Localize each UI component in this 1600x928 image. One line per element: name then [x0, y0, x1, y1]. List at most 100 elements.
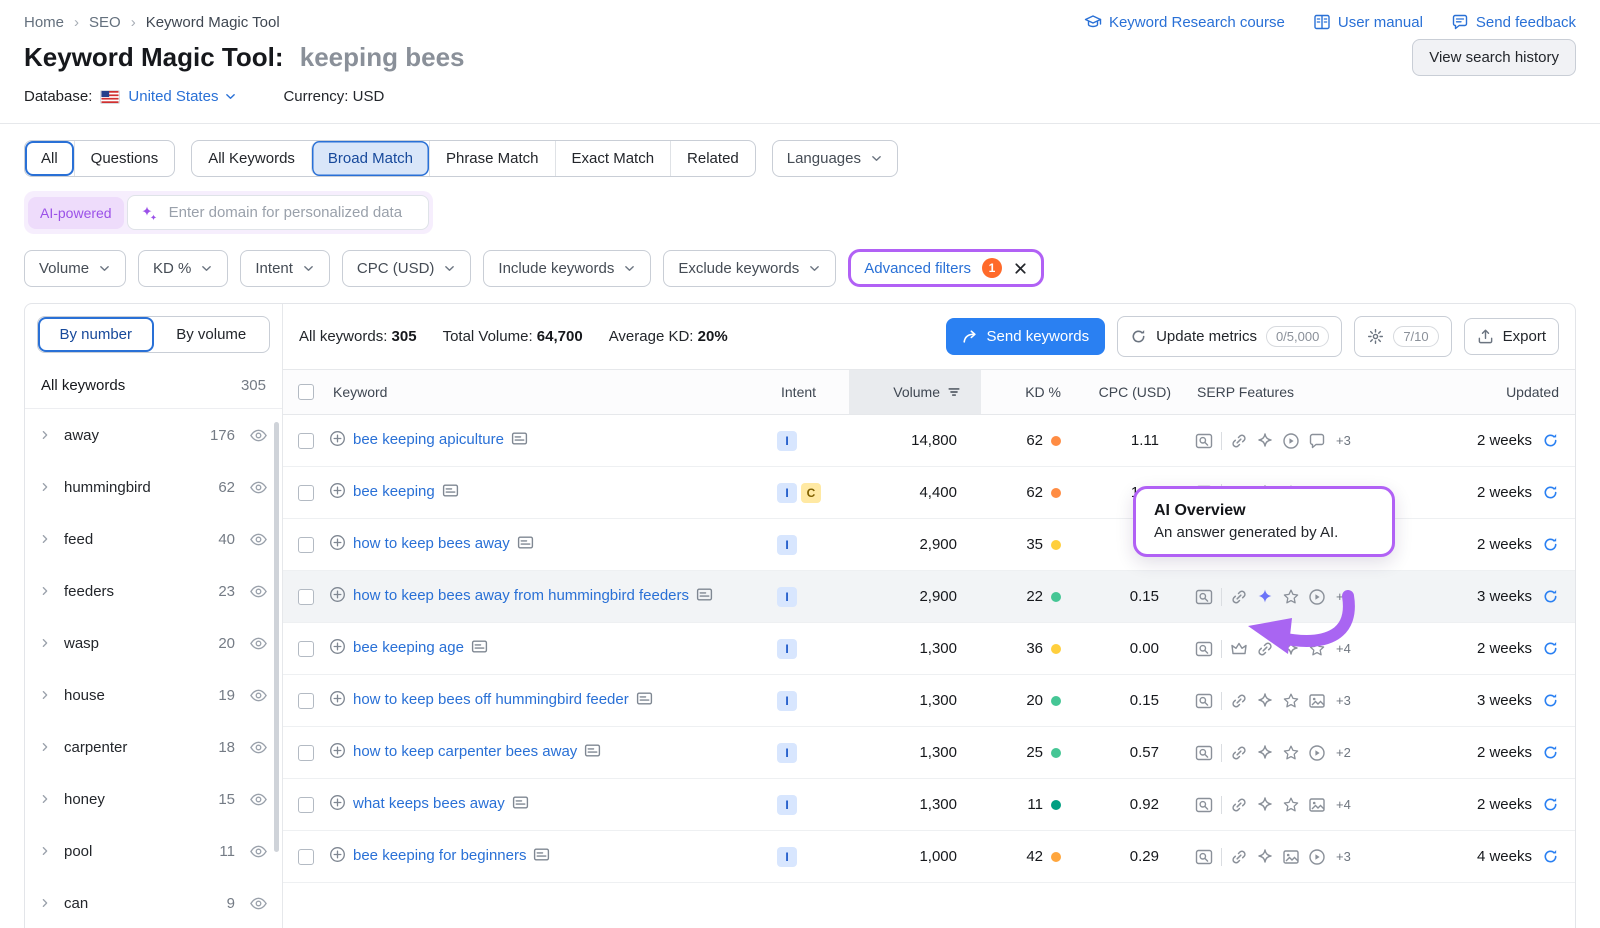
breadcrumb-home[interactable]: Home [24, 14, 64, 31]
database-selector[interactable]: United States [128, 88, 237, 105]
eye-icon[interactable] [249, 686, 268, 705]
add-keyword-icon[interactable] [329, 794, 346, 811]
add-keyword-icon[interactable] [329, 534, 346, 551]
serp-snippet-icon[interactable] [471, 638, 488, 655]
sidebar-group-away[interactable]: away176 [25, 409, 282, 461]
refresh-icon[interactable] [1542, 640, 1559, 657]
serp-snippet-icon[interactable] [696, 586, 713, 603]
view-search-history-button[interactable]: View search history [1412, 39, 1576, 76]
close-icon[interactable] [1013, 261, 1028, 276]
filter-include-keywords[interactable]: Include keywords [483, 250, 651, 287]
keyword-link[interactable]: bee keeping [353, 483, 435, 500]
send-keywords-button[interactable]: Send keywords [946, 318, 1106, 355]
by-number-toggle[interactable]: By number [38, 317, 154, 352]
column-header-intent[interactable]: Intent [777, 370, 849, 414]
advanced-filters-button[interactable]: Advanced filters [864, 260, 971, 277]
sidebar-group-can[interactable]: can9 [25, 877, 282, 928]
row-checkbox[interactable] [298, 485, 314, 501]
column-header-volume[interactable]: Volume [849, 370, 981, 414]
sidebar-group-feed[interactable]: feed40 [25, 513, 282, 565]
eye-icon[interactable] [249, 634, 268, 653]
tab-questions[interactable]: Questions [74, 141, 175, 176]
tab-exact-match[interactable]: Exact Match [555, 141, 671, 176]
sidebar-group-feeders[interactable]: feeders23 [25, 565, 282, 617]
row-checkbox[interactable] [298, 433, 314, 449]
sidebar-scrollbar[interactable] [274, 422, 279, 852]
keyword-link[interactable]: what keeps bees away [353, 795, 505, 812]
serp-snippet-icon[interactable] [511, 430, 528, 447]
table-row[interactable]: bee keeping for beginners I 1,000 42 0.2… [283, 831, 1575, 883]
tab-all-keywords[interactable]: All Keywords [192, 141, 311, 176]
serp-snippet-icon[interactable] [533, 846, 550, 863]
eye-icon[interactable] [249, 738, 268, 757]
eye-icon[interactable] [249, 530, 268, 549]
refresh-icon[interactable] [1542, 432, 1559, 449]
serp-snippet-icon[interactable] [517, 534, 534, 551]
keyword-research-course-link[interactable]: Keyword Research course [1084, 13, 1285, 31]
filter-kd[interactable]: KD % [138, 250, 228, 287]
row-checkbox[interactable] [298, 537, 314, 553]
domain-input[interactable] [167, 203, 416, 222]
tab-broad-match[interactable]: Broad Match [311, 141, 429, 176]
refresh-icon[interactable] [1542, 484, 1559, 501]
user-manual-link[interactable]: User manual [1313, 13, 1423, 31]
add-keyword-icon[interactable] [329, 638, 346, 655]
filter-volume[interactable]: Volume [24, 250, 126, 287]
column-header-kd[interactable]: KD % [981, 370, 1077, 414]
table-row[interactable]: what keeps bees away I 1,300 11 0.92 +4 … [283, 779, 1575, 831]
add-keyword-icon[interactable] [329, 690, 346, 707]
sidebar-group-honey[interactable]: honey15 [25, 773, 282, 825]
table-row[interactable]: bee keeping age I 1,300 36 0.00 +4 2 wee… [283, 623, 1575, 675]
eye-icon[interactable] [249, 790, 268, 809]
eye-icon[interactable] [249, 582, 268, 601]
table-row[interactable]: how to keep bees away from hummingbird f… [283, 571, 1575, 623]
serp-snippet-icon[interactable] [636, 690, 653, 707]
table-row[interactable]: how to keep bees off hummingbird feeder … [283, 675, 1575, 727]
eye-icon[interactable] [249, 478, 268, 497]
add-keyword-icon[interactable] [329, 846, 346, 863]
refresh-icon[interactable] [1542, 588, 1559, 605]
add-keyword-icon[interactable] [329, 430, 346, 447]
export-button[interactable]: Export [1464, 318, 1559, 355]
serp-snippet-icon[interactable] [584, 742, 601, 759]
table-row[interactable]: how to keep carpenter bees away I 1,300 … [283, 727, 1575, 779]
refresh-icon[interactable] [1542, 744, 1559, 761]
sidebar-group-pool[interactable]: pool11 [25, 825, 282, 877]
row-checkbox[interactable] [298, 641, 314, 657]
send-feedback-link[interactable]: Send feedback [1451, 13, 1576, 31]
sidebar-group-wasp[interactable]: wasp20 [25, 617, 282, 669]
keyword-link[interactable]: bee keeping apiculture [353, 431, 504, 448]
tab-all[interactable]: All [25, 141, 74, 176]
row-checkbox[interactable] [298, 797, 314, 813]
column-header-cpc[interactable]: CPC (USD) [1077, 370, 1189, 414]
refresh-icon[interactable] [1542, 692, 1559, 709]
filter-exclude-keywords[interactable]: Exclude keywords [663, 250, 836, 287]
filter-intent[interactable]: Intent [240, 250, 330, 287]
refresh-icon[interactable] [1542, 536, 1559, 553]
tab-related[interactable]: Related [670, 141, 755, 176]
sidebar-group-hummingbird[interactable]: hummingbird62 [25, 461, 282, 513]
manage-columns-button[interactable]: 7/10 [1354, 316, 1451, 357]
sidebar-all-keywords[interactable]: All keywords 305 [25, 363, 282, 409]
sidebar-group-carpenter[interactable]: carpenter18 [25, 721, 282, 773]
eye-icon[interactable] [249, 426, 268, 445]
keyword-link[interactable]: how to keep bees away [353, 535, 510, 552]
by-volume-toggle[interactable]: By volume [154, 317, 270, 352]
row-checkbox[interactable] [298, 693, 314, 709]
update-metrics-button[interactable]: Update metrics 0/5,000 [1117, 316, 1342, 357]
refresh-icon[interactable] [1542, 848, 1559, 865]
row-checkbox[interactable] [298, 589, 314, 605]
languages-dropdown[interactable]: Languages [772, 140, 898, 177]
keyword-link[interactable]: how to keep carpenter bees away [353, 743, 577, 760]
add-keyword-icon[interactable] [329, 482, 346, 499]
add-keyword-icon[interactable] [329, 586, 346, 603]
keyword-link[interactable]: how to keep bees away from hummingbird f… [353, 587, 689, 604]
row-checkbox[interactable] [298, 745, 314, 761]
keyword-link[interactable]: how to keep bees off hummingbird feeder [353, 691, 629, 708]
serp-snippet-icon[interactable] [512, 794, 529, 811]
serp-snippet-icon[interactable] [442, 482, 459, 499]
column-header-updated[interactable]: Updated [1425, 370, 1575, 414]
keyword-link[interactable]: bee keeping for beginners [353, 847, 526, 864]
breadcrumb-seo[interactable]: SEO [89, 14, 121, 31]
select-all-checkbox[interactable] [298, 384, 314, 400]
